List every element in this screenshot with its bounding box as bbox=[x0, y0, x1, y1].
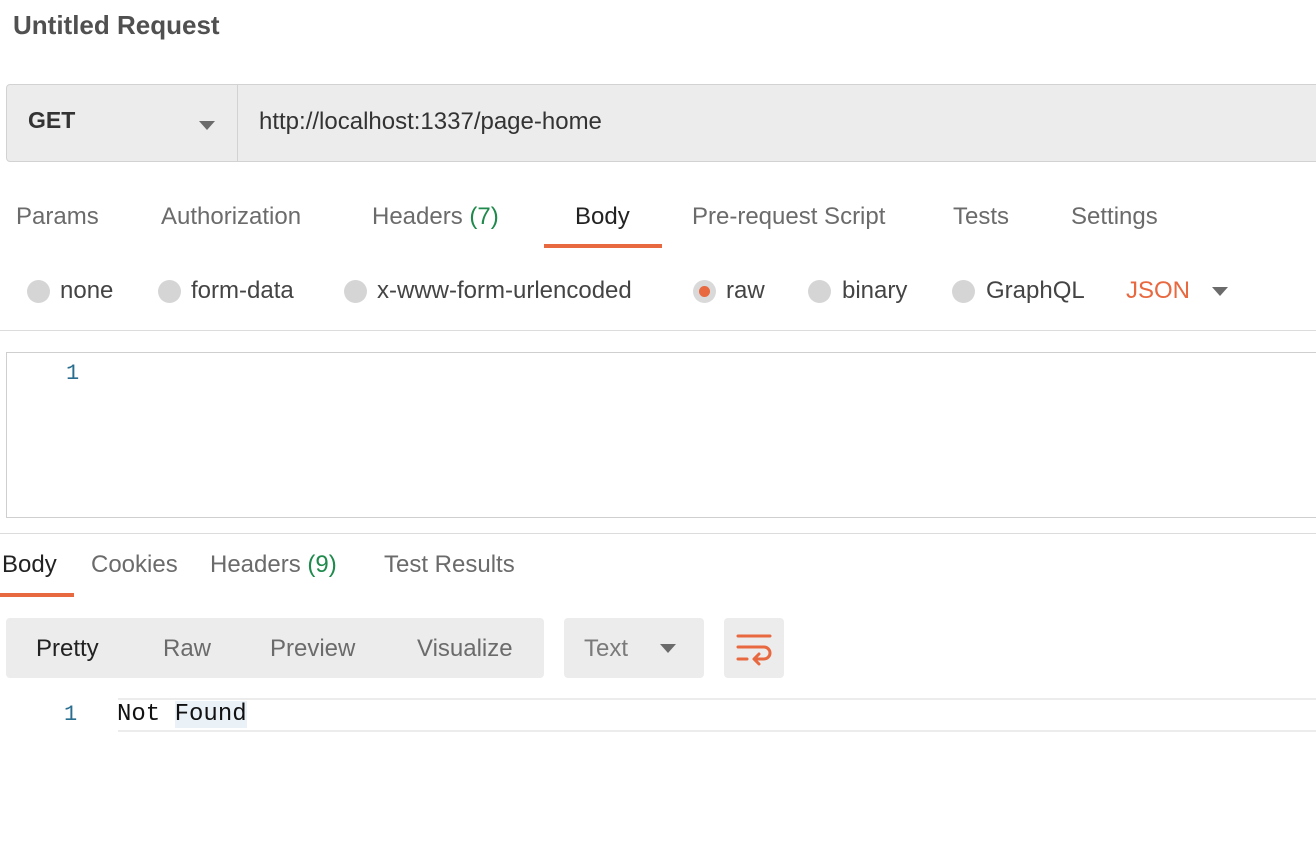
tab-label: Authorization bbox=[161, 203, 302, 230]
tab-label: Pre-request Script bbox=[692, 203, 886, 230]
request-body-editor[interactable]: 1 bbox=[6, 352, 1316, 518]
radio-label-form-data[interactable]: form-data bbox=[191, 274, 294, 308]
radio-label-none[interactable]: none bbox=[60, 274, 113, 308]
response-line-number: 1 bbox=[64, 702, 78, 727]
response-tab-body[interactable]: Body bbox=[2, 548, 57, 582]
tab-headers[interactable]: Headers (7) bbox=[372, 200, 499, 234]
radio-label-raw[interactable]: raw bbox=[726, 274, 765, 308]
radio-binary[interactable] bbox=[808, 280, 831, 303]
chevron-down-icon bbox=[660, 644, 676, 653]
tab-settings[interactable]: Settings bbox=[1071, 200, 1158, 234]
tab-params[interactable]: Params bbox=[16, 200, 99, 234]
request-title[interactable]: Untitled Request bbox=[13, 8, 220, 42]
view-pretty-button[interactable]: Pretty bbox=[36, 632, 99, 666]
divider bbox=[0, 533, 1316, 534]
tab-label: Tests bbox=[953, 203, 1010, 230]
radio-none[interactable] bbox=[27, 280, 50, 303]
response-word-highlighted: Found bbox=[174, 701, 247, 728]
tab-tests[interactable]: Tests bbox=[953, 200, 1009, 234]
response-format-label: Text bbox=[584, 635, 629, 662]
response-tab-headers[interactable]: Headers (9) bbox=[210, 548, 337, 582]
response-body-viewer[interactable] bbox=[118, 698, 1316, 732]
active-response-tab-indicator bbox=[0, 593, 74, 597]
chevron-down-icon bbox=[199, 121, 215, 130]
response-body-text: Not Found bbox=[117, 700, 247, 730]
radio-graphql[interactable] bbox=[952, 280, 975, 303]
radio-x-www-form-urlencoded[interactable] bbox=[344, 280, 367, 303]
response-format-select[interactable]: Text bbox=[564, 618, 704, 678]
tab-label: Settings bbox=[1071, 203, 1158, 230]
tab-authorization[interactable]: Authorization bbox=[161, 200, 301, 234]
radio-label-graphql[interactable]: GraphQL bbox=[986, 274, 1085, 308]
divider bbox=[0, 330, 1316, 331]
line-number: 1 bbox=[66, 361, 80, 386]
view-visualize-button[interactable]: Visualize bbox=[417, 632, 513, 666]
response-tab-test-results[interactable]: Test Results bbox=[384, 548, 515, 582]
response-word: Not bbox=[117, 701, 161, 728]
tab-label: Params bbox=[16, 203, 99, 230]
radio-raw[interactable] bbox=[693, 280, 716, 303]
view-mode-bar: Pretty Raw Preview Visualize bbox=[6, 618, 544, 678]
tab-label: Body bbox=[2, 551, 57, 578]
tab-label: Body bbox=[575, 203, 630, 230]
method-select[interactable]: GET bbox=[7, 85, 238, 161]
radio-label-x-www-form-urlencoded[interactable]: x-www-form-urlencoded bbox=[377, 274, 632, 308]
url-bar: GET http://localhost:1337/page-home bbox=[6, 84, 1316, 162]
view-raw-button[interactable]: Raw bbox=[163, 632, 211, 666]
wrap-lines-icon bbox=[736, 634, 772, 666]
tab-label: Headers bbox=[210, 551, 301, 578]
view-preview-button[interactable]: Preview bbox=[270, 632, 355, 666]
tab-label: Cookies bbox=[91, 551, 178, 578]
tab-pre-request-script[interactable]: Pre-request Script bbox=[692, 200, 885, 234]
active-tab-indicator bbox=[544, 244, 662, 248]
response-headers-count: (9) bbox=[307, 551, 337, 578]
radio-label-binary[interactable]: binary bbox=[842, 274, 907, 308]
wrap-lines-button[interactable] bbox=[724, 618, 784, 678]
tab-label: Headers bbox=[372, 203, 463, 230]
headers-count: (7) bbox=[469, 203, 499, 230]
tab-body[interactable]: Body bbox=[575, 200, 630, 234]
raw-format-select[interactable]: JSON bbox=[1126, 274, 1190, 308]
chevron-down-icon[interactable] bbox=[1212, 287, 1228, 296]
method-label: GET bbox=[28, 107, 76, 133]
response-tab-cookies[interactable]: Cookies bbox=[91, 548, 178, 582]
url-input[interactable]: http://localhost:1337/page-home bbox=[259, 108, 602, 136]
tab-label: Test Results bbox=[384, 551, 515, 578]
radio-form-data[interactable] bbox=[158, 280, 181, 303]
